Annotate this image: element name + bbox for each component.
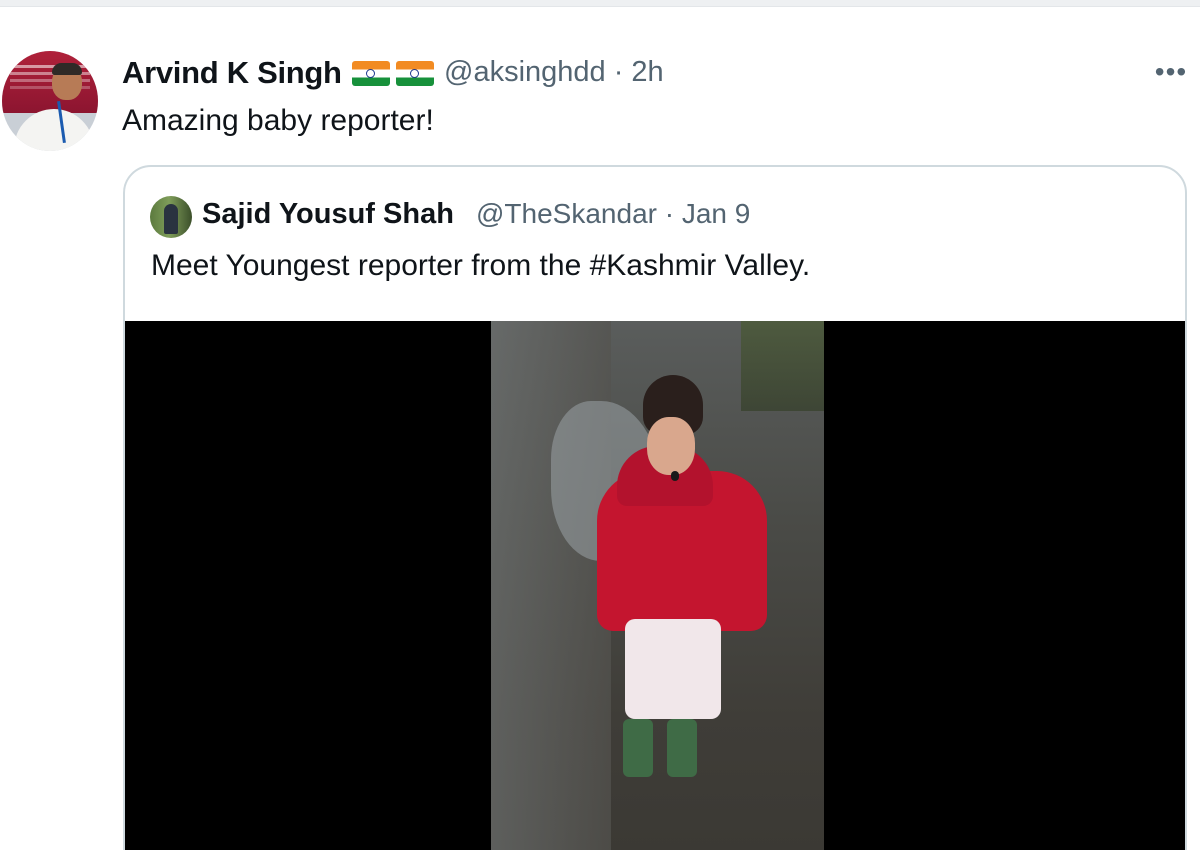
microphone-icon	[671, 471, 679, 481]
author-avatar[interactable]	[2, 51, 98, 151]
more-horizontal-icon[interactable]: •••	[1153, 58, 1189, 86]
quoted-author-handle[interactable]: @TheSkandar · Jan 9	[476, 198, 750, 230]
boot-left	[623, 719, 653, 777]
quoted-tweet-text: Meet Youngest reporter from the #Kashmir…	[151, 249, 811, 282]
quoted-tweet-card[interactable]: Sajid Yousuf Shah @TheSkandar · Jan 9 Me…	[123, 165, 1187, 850]
flag-india-icon	[352, 61, 390, 86]
child-face	[647, 417, 695, 475]
tweet-timestamp[interactable]: · 2h	[614, 56, 664, 88]
child-pants	[625, 619, 721, 719]
grass	[741, 321, 824, 411]
avatar-shirt	[14, 109, 94, 151]
author-handle-text[interactable]: @aksinghdd	[444, 56, 606, 88]
quoted-timestamp[interactable]: · Jan 9	[665, 198, 751, 229]
boot-right	[667, 719, 697, 777]
quoted-author-avatar[interactable]	[150, 196, 192, 238]
author-handle[interactable]: @aksinghdd · 2h	[444, 56, 664, 89]
author-name[interactable]: Arvind K Singh	[122, 55, 342, 91]
video-frame[interactable]	[491, 321, 824, 850]
top-divider	[0, 0, 1200, 7]
quoted-author-name[interactable]: Sajid Yousuf Shah	[202, 198, 454, 231]
quoted-handle-text[interactable]: @TheSkandar	[476, 198, 657, 229]
avatar-hair	[52, 63, 82, 75]
flag-india-icon	[396, 61, 434, 86]
tweet-text: Amazing baby reporter!	[122, 104, 434, 137]
tweet-view: Arvind K Singh @aksinghdd · 2h ••• Amazi…	[0, 0, 1200, 850]
avatar-background	[2, 51, 98, 113]
video-player[interactable]	[125, 321, 1185, 850]
